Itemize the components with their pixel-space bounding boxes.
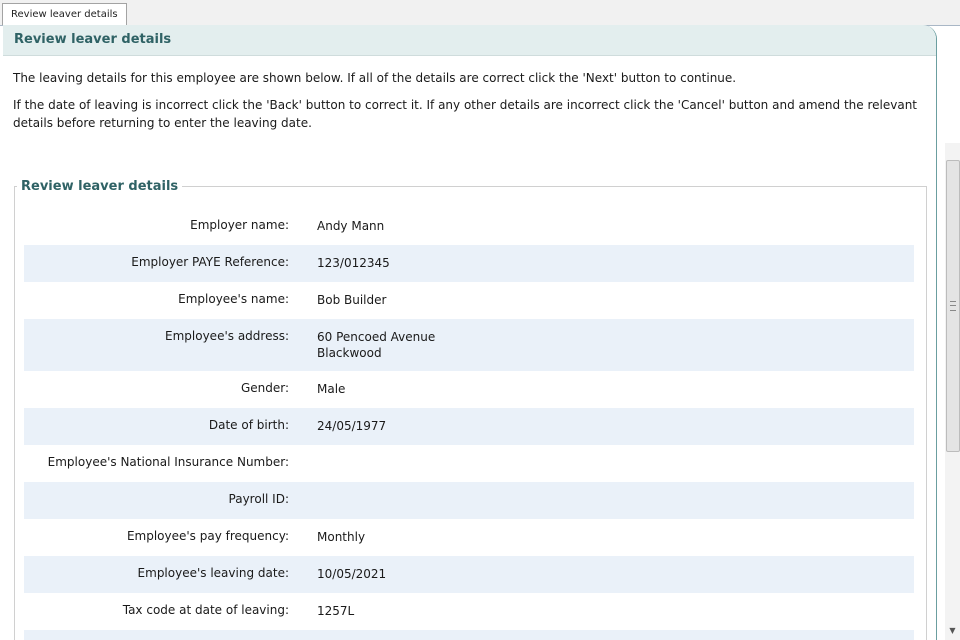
field-label: Payroll ID: (228, 492, 289, 506)
field-value: Andy Mann (317, 219, 385, 233)
detail-row-gender: Gender: Male (24, 371, 914, 408)
field-label: Tax code at date of leaving: (122, 603, 289, 617)
field-value: 1257L (317, 604, 355, 618)
field-label: Employee's pay frequency: (126, 529, 289, 543)
field-label: Employer PAYE Reference: (131, 255, 289, 269)
content-panel: Review leaver details The leaving detail… (3, 25, 937, 640)
field-value: Monthly (317, 530, 366, 544)
panel-header: Review leaver details (3, 25, 936, 56)
field-value: Male (317, 382, 346, 396)
detail-row-payroll-id: Payroll ID: (24, 482, 914, 519)
detail-row-employer-paye-reference: Employer PAYE Reference: 123/012345 (24, 245, 914, 282)
field-label: Gender: (240, 381, 289, 395)
page-title: Review leaver details (14, 32, 172, 47)
field-value: 60 Pencoed Avenue Blackwood (317, 329, 435, 361)
detail-row-employee-address: Employee's address: 60 Pencoed Avenue Bl… (24, 319, 914, 371)
detail-row-employer-name: Employer name: Andy Mann (24, 208, 914, 245)
fieldset-legend: Review leaver details (17, 179, 183, 194)
detail-row-date-of-birth: Date of birth: 24/05/1977 (24, 408, 914, 445)
field-label: Employee's leaving date: (137, 566, 289, 580)
field-value: Bob Builder (317, 293, 387, 307)
field-label: Employee's name: (178, 292, 289, 306)
detail-row-tax-code: Tax code at date of leaving: 1257L (24, 593, 914, 630)
field-label: Employer name: (190, 218, 289, 232)
intro-text-line1: The leaving details for this employee ar… (13, 71, 737, 85)
detail-row-leaving-date: Employee's leaving date: 10/05/2021 (24, 556, 914, 593)
detail-row-employee-name: Employee's name: Bob Builder (24, 282, 914, 319)
detail-row-national-insurance-number: Employee's National Insurance Number: (24, 445, 914, 482)
field-value: 123/012345 (317, 256, 390, 270)
field-label: Employee's address: (165, 329, 289, 343)
scroll-down-arrow-icon[interactable]: ▼ (945, 623, 960, 638)
address-line2: Blackwood (317, 346, 382, 360)
address-line1: 60 Pencoed Avenue (317, 330, 436, 344)
tab-bar: Review leaver details (0, 0, 960, 26)
scrollbar-thumb[interactable] (946, 160, 960, 452)
scroll-grip-icon (950, 301, 956, 311)
detail-row-pay-frequency: Employee's pay frequency: Monthly (24, 519, 914, 556)
intro-text-line2: If the date of leaving is incorrect clic… (13, 98, 918, 130)
vertical-scrollbar[interactable]: ▼ (945, 143, 960, 640)
tab-review-leaver-details[interactable]: Review leaver details (2, 3, 127, 25)
detail-row-partial (24, 630, 914, 640)
field-value: 24/05/1977 (317, 419, 387, 433)
field-value: 10/05/2021 (317, 567, 387, 581)
field-label: Date of birth: (208, 418, 289, 432)
field-label: Employee's National Insurance Number: (47, 455, 289, 469)
